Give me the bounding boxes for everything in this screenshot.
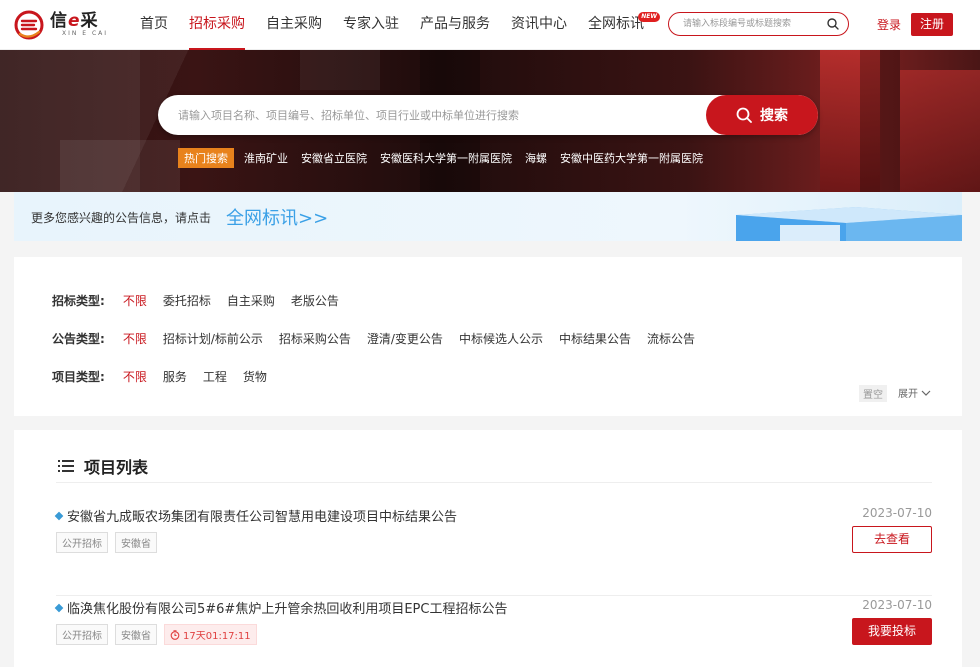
filter-row-bid-type: 招标类型: 不限 委托招标 自主采购 老版公告 <box>52 292 355 309</box>
nav-home[interactable]: 首页 <box>140 0 168 50</box>
filter-option[interactable]: 老版公告 <box>291 292 339 309</box>
filter-label: 招标类型: <box>52 294 105 308</box>
filter-option[interactable]: 自主采购 <box>227 292 275 309</box>
filter-option[interactable]: 中标结果公告 <box>559 330 631 347</box>
hot-search-item[interactable]: 安徽省立医院 <box>301 150 367 166</box>
search-icon <box>736 107 752 123</box>
hero-search-button[interactable]: 搜索 <box>706 95 818 135</box>
hot-search-item[interactable]: 淮南矿业 <box>244 150 288 166</box>
nav-products-services[interactable]: 产品与服务 <box>420 0 490 50</box>
project-tag: 安徽省 <box>115 624 157 645</box>
hero-search-box: 搜索 <box>158 95 818 135</box>
login-link[interactable]: 登录 <box>877 16 901 33</box>
search-icon[interactable] <box>827 18 839 33</box>
nav-expert-join[interactable]: 专家入驻 <box>343 0 399 50</box>
expand-filters-button[interactable]: 展开 <box>898 385 931 400</box>
filter-label: 公告类型: <box>52 332 105 346</box>
project-title-link[interactable]: 临涣焦化股份有限公司5#6#焦炉上升管余热回收利用项目EPC工程招标公告 <box>54 598 507 617</box>
chevron-down-icon <box>921 390 931 396</box>
filter-option[interactable]: 委托招标 <box>163 292 211 309</box>
filter-option[interactable]: 货物 <box>243 368 267 385</box>
filter-option[interactable]: 工程 <box>203 368 227 385</box>
header-search-input[interactable] <box>683 16 823 32</box>
project-title-link[interactable]: 安徽省九成畈农场集团有限责任公司智慧用电建设项目中标结果公告 <box>54 506 457 525</box>
main-nav: 首页 招标采购 自主采购 专家入驻 产品与服务 资讯中心 全网标讯 NEW <box>140 0 665 50</box>
decorative-3d-shape-icon <box>736 207 962 241</box>
filter-row-project-type: 项目类型: 不限 服务 工程 货物 <box>52 368 283 385</box>
hero-banner: 搜索 热门搜索 淮南矿业 安徽省立医院 安徽医科大学第一附属医院 海螺 安徽中医… <box>0 50 980 192</box>
list-icon <box>58 460 74 472</box>
project-tags: 公开招标 安徽省 17天01:17:11 <box>56 624 264 645</box>
hot-search-item[interactable]: 安徽医科大学第一附属医院 <box>380 150 512 166</box>
hot-search-item[interactable]: 安徽中医药大学第一附属医院 <box>560 150 703 166</box>
logo-mark-icon <box>14 10 44 40</box>
project-date: 2023-07-10 <box>862 506 932 520</box>
hot-search-row: 热门搜索 淮南矿业 安徽省立医院 安徽医科大学第一附属医院 海螺 安徽中医药大学… <box>178 148 716 168</box>
countdown-badge: 17天01:17:11 <box>164 624 257 645</box>
project-list-panel: 项目列表 安徽省九成畈农场集团有限责任公司智慧用电建设项目中标结果公告 公开招标… <box>14 430 962 667</box>
hot-search-item[interactable]: 海螺 <box>525 150 547 166</box>
project-tag: 公开招标 <box>56 532 108 553</box>
filter-option[interactable]: 招标采购公告 <box>279 330 351 347</box>
filter-option[interactable]: 不限 <box>123 368 147 385</box>
filter-label: 项目类型: <box>52 370 105 384</box>
project-tags: 公开招标 安徽省 <box>56 532 164 553</box>
filter-option[interactable]: 不限 <box>123 292 147 309</box>
nav-all-bids[interactable]: 全网标讯 NEW <box>588 0 660 50</box>
top-header: 信e采 XIN E CAI 首页 招标采购 自主采购 专家入驻 产品与服务 资讯… <box>0 0 980 50</box>
clear-filters-button[interactable]: 置空 <box>859 385 887 402</box>
filter-option[interactable]: 中标候选人公示 <box>459 330 543 347</box>
hero-search-input[interactable] <box>178 106 678 124</box>
diamond-bullet-icon <box>54 603 64 612</box>
notice-banner: 更多您感兴趣的公告信息，请点击 全网标讯>> <box>14 192 962 241</box>
nav-self-procurement[interactable]: 自主采购 <box>266 0 322 50</box>
submit-bid-button[interactable]: 我要投标 <box>852 618 932 645</box>
project-row: 安徽省九成畈农场集团有限责任公司智慧用电建设项目中标结果公告 公开招标 安徽省 … <box>54 506 932 596</box>
nav-tender-procurement[interactable]: 招标采购 <box>189 0 245 50</box>
brand-subtitle: XIN E CAI <box>62 30 109 37</box>
filter-row-notice-type: 公告类型: 不限 招标计划/标前公示 招标采购公告 澄清/变更公告 中标候选人公… <box>52 330 711 347</box>
timer-icon <box>170 629 180 640</box>
project-tag: 公开招标 <box>56 624 108 645</box>
filter-option[interactable]: 流标公告 <box>647 330 695 347</box>
project-list-title: 项目列表 <box>58 454 148 478</box>
new-badge: NEW <box>638 12 660 22</box>
filter-option[interactable]: 不限 <box>123 330 147 347</box>
project-date: 2023-07-10 <box>862 598 932 612</box>
project-row: 临涣焦化股份有限公司5#6#焦炉上升管余热回收利用项目EPC工程招标公告 公开招… <box>54 598 932 667</box>
diamond-bullet-icon <box>54 511 64 520</box>
filter-option[interactable]: 招标计划/标前公示 <box>163 330 263 347</box>
all-bids-link[interactable]: 全网标讯>> <box>226 204 328 230</box>
nav-news-center[interactable]: 资讯中心 <box>511 0 567 50</box>
filter-option[interactable]: 澄清/变更公告 <box>367 330 443 347</box>
filter-option[interactable]: 服务 <box>163 368 187 385</box>
notice-text: 更多您感兴趣的公告信息，请点击 <box>31 211 212 225</box>
brand-logo[interactable]: 信e采 XIN E CAI <box>14 10 108 40</box>
register-button[interactable]: 注册 <box>911 13 953 36</box>
hot-search-label: 热门搜索 <box>178 148 234 168</box>
filter-panel: 招标类型: 不限 委托招标 自主采购 老版公告 公告类型: 不限 招标计划/标前… <box>14 257 962 416</box>
header-search-box <box>668 12 849 36</box>
project-tag: 安徽省 <box>115 532 157 553</box>
view-project-button[interactable]: 去查看 <box>852 526 932 553</box>
